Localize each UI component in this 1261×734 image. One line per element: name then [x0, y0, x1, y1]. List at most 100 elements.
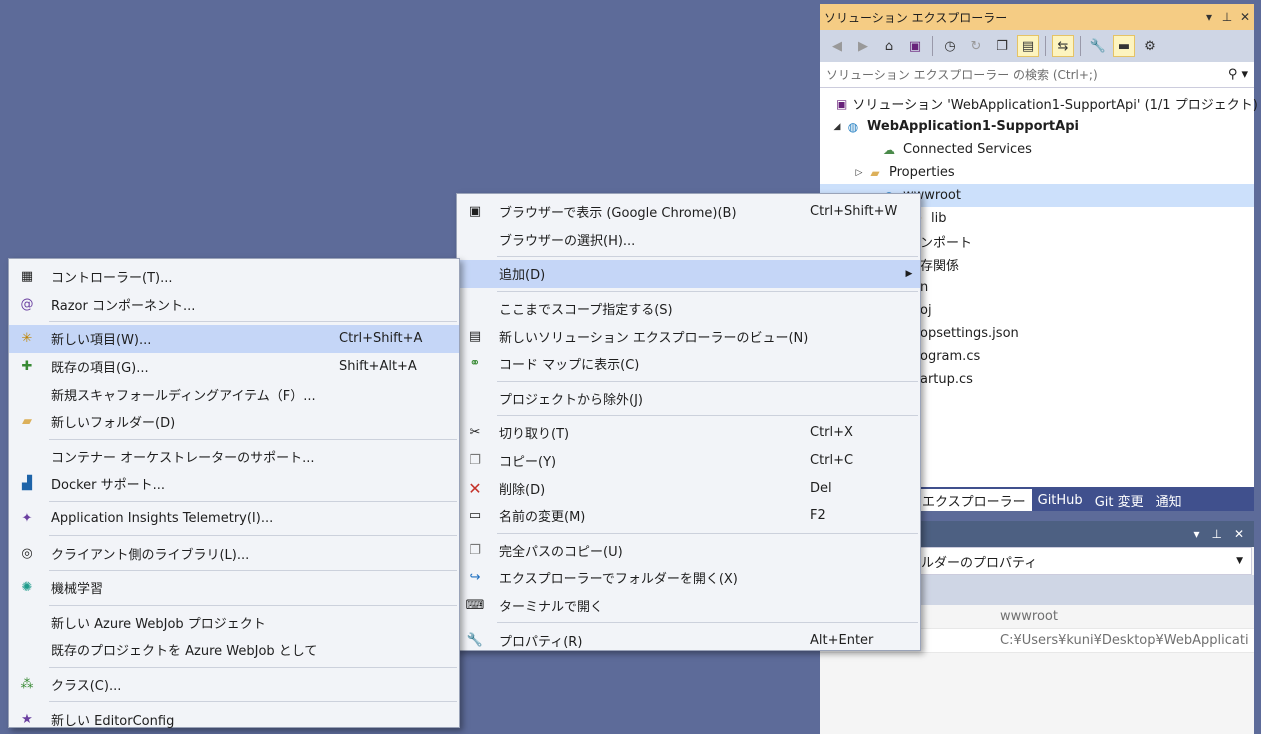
- class-view-icon[interactable]: ⚙: [1139, 35, 1161, 57]
- menu-item-open-in-explorer[interactable]: ↪ エクスプローラーでフォルダーを開く(X): [457, 564, 920, 592]
- menu-item-label: コピー(Y): [499, 455, 557, 471]
- menu-item-label: Docker サポート...: [51, 478, 166, 494]
- menu-item-label: プロパティ(R): [499, 634, 583, 650]
- context-menu: ▣ ブラウザーで表示 (Google Chrome)(B) Ctrl+Shift…: [456, 193, 921, 651]
- menu-item-label: 名前の変更(M): [499, 510, 586, 526]
- menu-item-shortcut: Ctrl+X: [810, 425, 853, 441]
- forward-icon[interactable]: ▶: [852, 35, 874, 57]
- tab-solution-explorer[interactable]: エクスプローラー: [916, 489, 1032, 511]
- pin-icon[interactable]: ⊥: [1218, 10, 1236, 24]
- tree-node-label: lib: [931, 211, 947, 226]
- menu-item-new-view[interactable]: ▤ 新しいソリューション エクスプローラーのビュー(N): [457, 322, 920, 350]
- menu-item-docker-support[interactable]: ▟ Docker サポート...: [9, 470, 459, 498]
- solution-explorer-search[interactable]: ソリューション エクスプローラー の検索 (Ctrl+;) ⚲ ▾: [820, 62, 1254, 88]
- menu-item-add[interactable]: 追加(D) ▶: [457, 260, 920, 288]
- tab-notifications[interactable]: 通知: [1150, 489, 1188, 511]
- close-icon[interactable]: ✕: [1234, 527, 1244, 541]
- pin-icon[interactable]: ⊥: [1211, 527, 1221, 541]
- menu-separator: [497, 622, 918, 624]
- menu-item-rename[interactable]: ▭ 名前の変更(M) F2: [457, 502, 920, 530]
- menu-item-shortcut: Del: [810, 480, 832, 496]
- collapse-arrow-icon[interactable]: ◢: [830, 122, 844, 132]
- menu-item-open-in-terminal[interactable]: ⌨ ターミナルで開く: [457, 592, 920, 620]
- close-icon[interactable]: ✕: [1236, 10, 1254, 24]
- menu-separator: [497, 415, 918, 417]
- menu-item-label: ブラウザーの選択(H)...: [499, 233, 636, 249]
- menu-item-cut[interactable]: ✂ 切り取り(T) Ctrl+X: [457, 419, 920, 447]
- menu-item-new-item[interactable]: ✳ 新しい項目(W)... Ctrl+Shift+A: [9, 325, 459, 353]
- menu-item-delete[interactable]: ✕ 削除(D) Del: [457, 474, 920, 502]
- search-input[interactable]: ソリューション エクスプローラー の検索 (Ctrl+;): [826, 66, 1228, 83]
- menu-item-label: プロジェクトから除外(J): [499, 392, 643, 408]
- connected-services-icon: ☁: [883, 142, 895, 157]
- expand-arrow-icon[interactable]: ▷: [852, 168, 866, 178]
- search-icon[interactable]: ⚲ ▾: [1228, 67, 1248, 82]
- sync-active-document-icon[interactable]: ⇆: [1052, 35, 1074, 57]
- wrench-icon: 🔧: [466, 632, 484, 648]
- tab-git-changes[interactable]: Git 変更: [1089, 489, 1150, 511]
- menu-item-controller[interactable]: ▦ コントローラー(T)...: [9, 263, 459, 291]
- menu-item-code-map[interactable]: ⚭ コード マップに表示(C): [457, 350, 920, 378]
- tree-node-connected-services[interactable]: ☁ Connected Services: [820, 138, 1254, 161]
- menu-item-new-webjob[interactable]: 新しい Azure WebJob プロジェクト: [9, 609, 459, 637]
- menu-item-exclude[interactable]: プロジェクトから除外(J): [457, 385, 920, 413]
- properties-folder-icon: ▰: [870, 165, 880, 180]
- ml-icon: ✺: [21, 580, 33, 596]
- menu-item-shortcut: Shift+Alt+A: [339, 359, 417, 375]
- menu-item-scope-to-this[interactable]: ここまでスコープ指定する(S): [457, 295, 920, 323]
- menu-item-browse-with[interactable]: ブラウザーの選択(H)...: [457, 226, 920, 254]
- menu-item-razor-component[interactable]: @ Razor コンポーネント...: [9, 291, 459, 319]
- tree-node-solution[interactable]: ▣ ソリューション 'WebApplication1-SupportApi' (…: [820, 92, 1258, 115]
- menu-item-label: 新しい EditorConfig: [51, 713, 175, 729]
- menu-item-label: 既存の項目(G)...: [51, 361, 149, 377]
- menu-item-label: 新しいフォルダー(D): [51, 416, 176, 432]
- menu-item-label: ブラウザーで表示 (Google Chrome)(B): [499, 206, 737, 222]
- tree-node-label: WebApplication1-SupportApi: [867, 119, 1079, 134]
- chevron-down-icon[interactable]: ▼: [1236, 556, 1243, 566]
- menu-item-new-folder[interactable]: ▰ 新しいフォルダー(D): [9, 408, 459, 436]
- menu-item-copy-full-path[interactable]: ❐ 完全パスのコピー(U): [457, 537, 920, 565]
- property-value: wwwroot: [1000, 609, 1058, 624]
- existing-item-icon: ✚: [21, 359, 33, 375]
- dropdown-icon[interactable]: ▾: [1193, 527, 1199, 541]
- tree-node-label: n: [920, 280, 929, 295]
- collapse-all-icon[interactable]: ❐: [991, 35, 1013, 57]
- app-insights-icon: ✦: [21, 511, 33, 527]
- menu-item-existing-item[interactable]: ✚ 既存の項目(G)... Shift+Alt+A: [9, 353, 459, 381]
- dropdown-icon[interactable]: ▾: [1200, 10, 1218, 24]
- menu-separator: [49, 500, 457, 502]
- refresh-icon[interactable]: ↻: [965, 35, 987, 57]
- menu-item-existing-webjob[interactable]: 既存のプロジェクトを Azure WebJob として: [9, 636, 459, 664]
- menu-item-app-insights[interactable]: ✦ Application Insights Telemetry(I)...: [9, 505, 459, 533]
- home-icon[interactable]: ⌂: [878, 35, 900, 57]
- controller-icon: ▦: [20, 269, 34, 285]
- open-folder-icon: ↪: [469, 570, 481, 586]
- menu-item-class[interactable]: ⁂ クラス(C)...: [9, 671, 459, 699]
- menu-item-editorconfig[interactable]: ★ 新しい EditorConfig: [9, 705, 459, 733]
- tree-node-label: ogram.cs: [920, 349, 981, 364]
- menu-item-container-orchestrator[interactable]: コンテナー オーケストレーターのサポート...: [9, 443, 459, 471]
- tab-github[interactable]: GitHub: [1032, 489, 1089, 511]
- menu-item-scaffolding[interactable]: 新規スキャフォールディングアイテム（F）...: [9, 380, 459, 408]
- menu-item-view-in-browser[interactable]: ▣ ブラウザーで表示 (Google Chrome)(B) Ctrl+Shift…: [457, 198, 920, 226]
- pending-changes-icon[interactable]: ◷: [939, 35, 961, 57]
- menu-item-shortcut: Ctrl+Shift+A: [339, 331, 423, 347]
- add-submenu: ▦ コントローラー(T)... @ Razor コンポーネント... ✳ 新しい…: [8, 258, 460, 729]
- docker-icon: ▟: [22, 476, 32, 492]
- switch-views-icon[interactable]: ▣: [904, 35, 926, 57]
- tree-node-project[interactable]: ◢ ◍ WebApplication1-SupportApi: [820, 115, 1254, 138]
- tree-node-label: Connected Services: [903, 142, 1032, 157]
- show-all-files-icon[interactable]: ▤: [1017, 35, 1039, 57]
- back-icon[interactable]: ◀: [826, 35, 848, 57]
- scissors-icon: ✂: [469, 425, 481, 441]
- new-folder-icon: ▰: [22, 414, 32, 430]
- menu-item-properties[interactable]: 🔧 プロパティ(R) Alt+Enter: [457, 626, 920, 654]
- menu-item-machine-learning[interactable]: ✺ 機械学習: [9, 574, 459, 602]
- preview-selected-icon[interactable]: ▬: [1113, 35, 1135, 57]
- menu-item-client-library[interactable]: ◎ クライアント側のライブラリ(L)...: [9, 539, 459, 567]
- menu-item-copy[interactable]: ❐ コピー(Y) Ctrl+C: [457, 447, 920, 475]
- menu-item-label: ターミナルで開く: [499, 600, 604, 616]
- menu-separator: [49, 535, 457, 537]
- tree-node-properties[interactable]: ▷ ▰ Properties: [820, 161, 1254, 184]
- properties-wrench-icon[interactable]: 🔧: [1087, 35, 1109, 57]
